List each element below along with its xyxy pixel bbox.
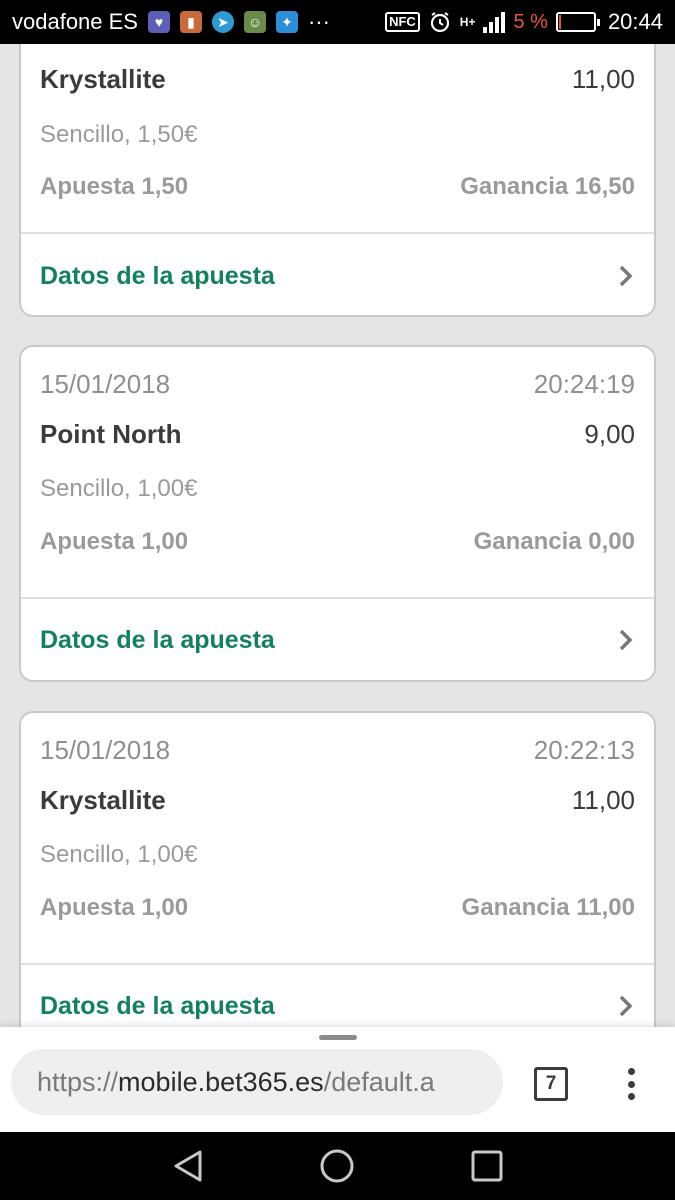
url-scheme: https:// — [37, 1066, 119, 1097]
stake: Apuesta 1,00 — [40, 528, 189, 555]
bet-time: 20:22:13 — [533, 735, 635, 765]
bet-type: Sencillo, 1,00€ — [40, 475, 198, 502]
bet-card: Krystallite 11,00 Sencillo, 1,50€ Apuest… — [19, 44, 656, 317]
carrier-name: vodafone ES — [12, 9, 138, 34]
bet-details-label: Datos de la apuesta — [40, 261, 275, 290]
network-type: H+ — [459, 15, 476, 29]
chevron-right-icon — [619, 629, 633, 651]
bet-history-list[interactable]: Krystallite 11,00 Sencillo, 1,50€ Apuest… — [0, 44, 675, 1028]
url-host: mobile.bet365.es — [118, 1066, 324, 1097]
alarm-icon — [430, 12, 449, 33]
chevron-right-icon — [619, 265, 633, 287]
selection-name: Krystallite — [40, 785, 166, 815]
odds: 11,00 — [571, 785, 635, 815]
bet-details-link[interactable]: Datos de la apuesta — [40, 620, 635, 660]
home-icon[interactable] — [319, 1148, 355, 1184]
tab-count: 7 — [545, 1073, 557, 1094]
recents-icon[interactable] — [469, 1148, 505, 1184]
returns: Ganancia 0,00 — [473, 528, 635, 555]
drag-handle[interactable] — [319, 1035, 357, 1040]
back-icon[interactable] — [170, 1148, 206, 1184]
bet-date: 15/01/2018 — [40, 369, 171, 399]
odds: 11,00 — [571, 64, 635, 94]
bet-details-link[interactable]: Datos de la apuesta — [40, 986, 635, 1026]
twitter-notification-icon: ✦ — [275, 11, 298, 33]
bet-card: 15/01/2018 20:22:13 Krystallite 11,00 Se… — [19, 711, 656, 1028]
clipboard-notification-icon: ▮ — [179, 11, 202, 33]
tabs-button[interactable]: 7 — [534, 1067, 568, 1101]
signal-icon — [483, 11, 506, 33]
selection-name: Point North — [40, 419, 182, 449]
selection-name: Krystallite — [40, 64, 166, 94]
more-notifications-icon: ··· — [307, 9, 330, 34]
bet-type: Sencillo, 1,50€ — [40, 121, 198, 148]
address-bar[interactable]: https://mobile.bet365.es/default.a — [11, 1049, 503, 1115]
bet-card: 15/01/2018 20:24:19 Point North 9,00 Sen… — [19, 345, 656, 682]
divider — [21, 597, 654, 599]
chevron-right-icon — [619, 995, 633, 1017]
returns: Ganancia 11,00 — [461, 894, 635, 921]
battery-percent: 5 % — [513, 10, 548, 33]
bet-date: 15/01/2018 — [40, 735, 171, 765]
avatar-notification-icon: ☺ — [243, 11, 266, 33]
telegram-notification-icon: ➤ — [211, 11, 234, 33]
menu-dots-icon[interactable] — [620, 1065, 642, 1103]
battery-icon — [555, 12, 600, 32]
bet-details-link[interactable]: Datos de la apuesta — [40, 256, 635, 296]
battery-level — [558, 15, 561, 29]
browser-toolbar: https://mobile.bet365.es/default.a 7 — [0, 1027, 675, 1132]
bet-time: 20:24:19 — [533, 369, 635, 399]
divider — [21, 963, 654, 965]
stake: Apuesta 1,50 — [40, 173, 189, 200]
clock: 20:44 — [607, 9, 663, 34]
navigation-bar — [0, 1132, 675, 1200]
divider — [21, 232, 654, 234]
messenger-notification-icon: ♥ — [147, 11, 170, 33]
bet-type: Sencillo, 1,00€ — [40, 841, 198, 868]
bet-details-label: Datos de la apuesta — [40, 991, 275, 1020]
bet-details-label: Datos de la apuesta — [40, 625, 275, 654]
url-path: /default.a — [323, 1066, 435, 1097]
returns: Ganancia 16,50 — [460, 173, 635, 200]
odds: 9,00 — [584, 419, 635, 449]
stake: Apuesta 1,00 — [40, 894, 189, 921]
nfc-icon: NFC — [385, 12, 420, 32]
status-bar: vodafone ES ♥ ▮ ➤ ☺ ✦ ··· NFC H+ 5 % 20:… — [0, 0, 675, 44]
